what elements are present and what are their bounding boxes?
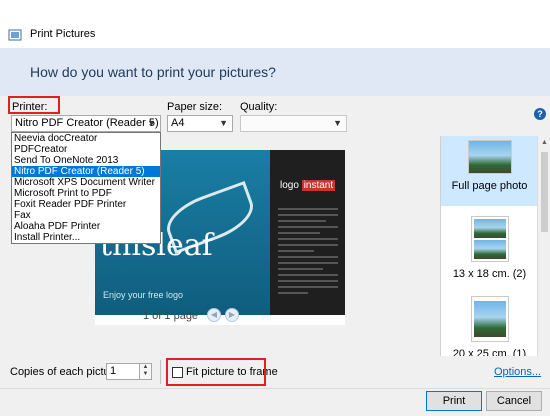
printer-option[interactable]: Send To OneNote 2013: [12, 155, 160, 166]
layout-label: 13 x 18 cm. (2): [452, 268, 527, 280]
printer-option[interactable]: Install Printer...: [12, 232, 160, 243]
printer-option-selected[interactable]: Nitro PDF Creator (Reader 5): [12, 166, 160, 177]
layout-thumbnail: [470, 296, 509, 342]
preview-back-cover: logo instant: [270, 150, 345, 325]
chevron-down-icon: ▼: [219, 118, 228, 128]
layout-thumbnail: [470, 216, 509, 262]
help-icon[interactable]: ?: [534, 108, 546, 120]
printer-select-value: Nitro PDF Creator (Reader 5): [15, 117, 159, 129]
options-link[interactable]: Options...: [494, 366, 541, 378]
header-band: How do you want to print your pictures?: [0, 48, 550, 96]
preview-body-text-lines: [278, 208, 338, 298]
cancel-button[interactable]: Cancel: [486, 391, 542, 411]
printer-option[interactable]: Neevia docCreator: [12, 133, 160, 144]
paper-size-select[interactable]: A4 ▼: [167, 115, 233, 132]
layout-item-20x25[interactable]: 20 x 25 cm. (1): [441, 294, 537, 356]
printer-dropdown-list: Neevia docCreator PDFCreator Send To One…: [11, 132, 161, 244]
chevron-down-icon: ▼: [147, 118, 156, 128]
previous-page-button[interactable]: ◀: [207, 308, 221, 322]
fit-picture-highlight: [166, 358, 266, 386]
quality-label: Quality:: [240, 101, 278, 113]
printer-option[interactable]: Aloaha PDF Printer: [12, 221, 160, 232]
layout-item-full-page[interactable]: Full page photo: [441, 136, 537, 206]
layout-label: Full page photo: [451, 180, 528, 192]
layout-list: Full page photo 13 x 18 cm. (2) 20 x 25 …: [440, 136, 537, 356]
chevron-down-icon: ▼: [333, 118, 342, 128]
printer-option[interactable]: Fax: [12, 210, 160, 221]
printer-option[interactable]: Microsoft Print to PDF: [12, 188, 160, 199]
page-indicator: 1 of 1 page: [143, 310, 199, 322]
divider: [160, 360, 161, 384]
copies-input[interactable]: 1: [106, 363, 140, 380]
title-bar: Print Pictures: [0, 0, 550, 48]
paper-size-value: A4: [171, 117, 185, 129]
printer-option[interactable]: Foxit Reader PDF Printer: [12, 199, 160, 210]
printer-option[interactable]: PDFCreator: [12, 144, 160, 155]
next-page-button[interactable]: ▶: [225, 308, 239, 322]
scroll-up-icon[interactable]: ▲: [541, 139, 548, 146]
print-button[interactable]: Print: [426, 391, 482, 411]
layout-thumbnail: [467, 140, 512, 174]
scrollbar-thumb[interactable]: [541, 152, 548, 232]
preview-logo-text: logo instant: [280, 180, 336, 191]
layout-item-13x18[interactable]: 13 x 18 cm. (2): [441, 214, 537, 284]
printer-option[interactable]: Microsoft XPS Document Writer: [12, 177, 160, 188]
layout-label: 20 x 25 cm. (1): [452, 348, 527, 356]
print-pictures-icon: [8, 29, 22, 41]
dialog-question: How do you want to print your pictures?: [30, 64, 276, 80]
paper-size-label: Paper size:: [167, 101, 223, 113]
copies-spinner[interactable]: ▲ ▼: [140, 363, 152, 380]
preview-tagline: Enjoy your free logo: [103, 290, 184, 300]
printer-select[interactable]: Nitro PDF Creator (Reader 5) ▼: [11, 115, 161, 132]
printer-label-highlight: [8, 96, 60, 114]
quality-select[interactable]: ▼: [240, 115, 347, 132]
layout-scrollbar[interactable]: ▲: [537, 136, 550, 356]
window-title: Print Pictures: [30, 28, 96, 40]
